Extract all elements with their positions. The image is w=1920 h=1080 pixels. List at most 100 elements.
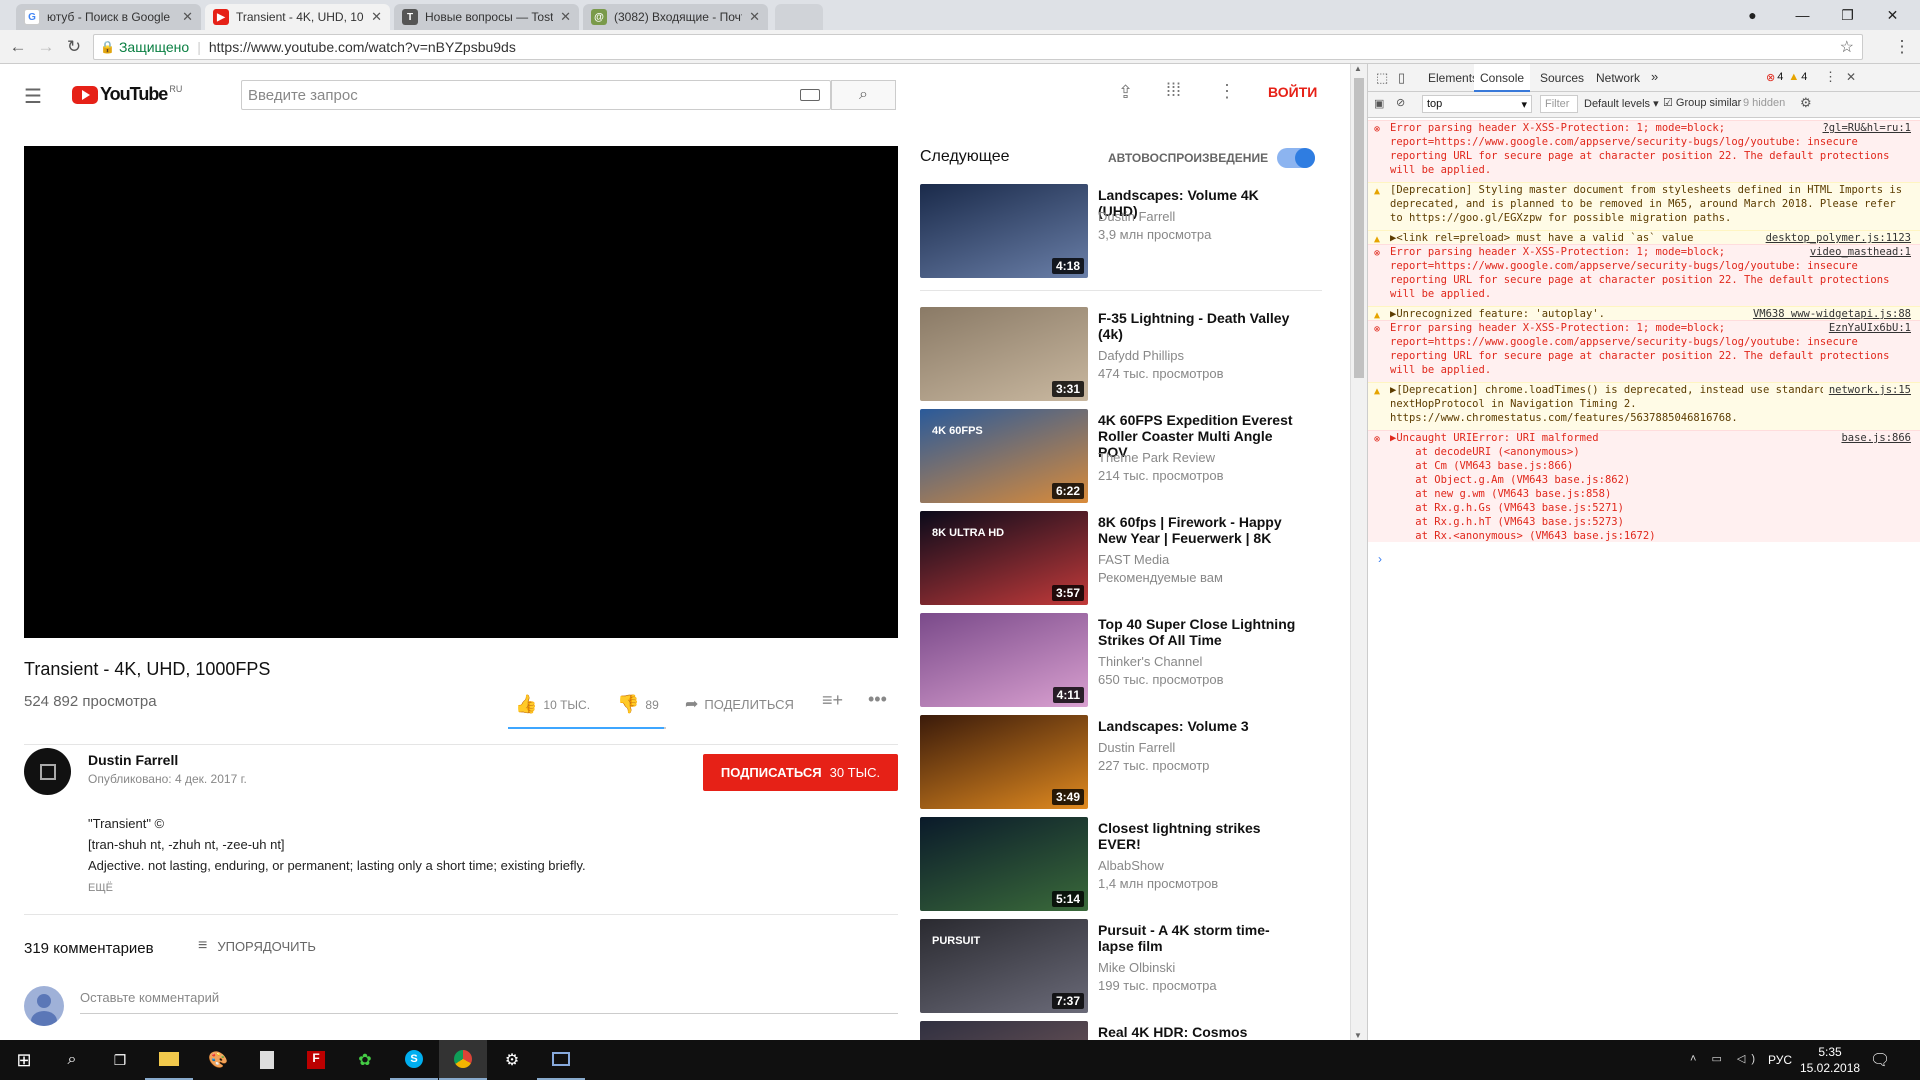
issue-counts[interactable]: ⊗ 4 ▲ 4	[1766, 71, 1807, 84]
devtools-tab-console[interactable]: Console	[1474, 64, 1531, 92]
close-icon[interactable]: ✕	[749, 9, 760, 25]
console-warning[interactable]: ▲ ▶Unrecognized feature: 'autoplay'. VM638…	[1368, 306, 1920, 321]
new-tab-button[interactable]	[775, 4, 823, 30]
sort-button[interactable]: ≡ УПОРЯДОЧИТЬ	[198, 937, 316, 955]
related-channel[interactable]: Theme Park Review	[1098, 450, 1215, 465]
paint-icon[interactable]: 🎨	[194, 1040, 242, 1080]
dislike-button[interactable]: 👎 89	[617, 694, 659, 715]
menu-icon[interactable]: ⋮	[1890, 36, 1914, 58]
windows-start-icon[interactable]: ⊞	[0, 1040, 48, 1080]
sidebar-toggle-icon[interactable]: ▣	[1374, 97, 1384, 110]
icq-icon[interactable]: ✿	[341, 1040, 389, 1080]
related-thumbnail[interactable]: 4K 60FPS 6:22	[920, 409, 1088, 503]
related-title[interactable]: 8K 60fps | Firework - Happy New Year | F…	[1098, 514, 1298, 546]
related-channel[interactable]: Dustin Farrell	[1098, 740, 1175, 755]
related-thumbnail[interactable]: 4:18	[920, 184, 1088, 278]
show-more-button[interactable]: ЕЩЁ	[88, 882, 113, 894]
console-settings-icon[interactable]: ⚙	[1800, 95, 1812, 111]
channel-avatar[interactable]	[24, 748, 71, 795]
related-title[interactable]: Landscapes: Volume 3	[1098, 718, 1298, 734]
device-toolbar-icon[interactable]: ▯	[1398, 70, 1405, 86]
console-prompt[interactable]: ›	[1378, 552, 1382, 566]
upload-icon[interactable]: ⇪	[1118, 82, 1133, 103]
related-thumbnail[interactable]	[920, 1021, 1088, 1040]
browser-tab[interactable]: @ (3082) Входящие - Почт ✕	[583, 4, 768, 30]
subscribe-button[interactable]: ПОДПИСАТЬСЯ 30 ТЫС.	[703, 754, 898, 791]
file-explorer-icon[interactable]	[145, 1040, 193, 1080]
autoplay-toggle[interactable]	[1277, 148, 1315, 168]
search-icon[interactable]: ⌕	[48, 1040, 96, 1080]
comment-input[interactable]: Оставьте комментарий	[80, 990, 898, 1014]
chrome-icon[interactable]	[439, 1040, 487, 1080]
related-thumbnail[interactable]: PURSUIT 7:37	[920, 919, 1088, 1013]
console-source-link[interactable]: base.js:866	[1835, 431, 1911, 445]
search-input[interactable]: Введите запрос	[241, 80, 831, 110]
related-thumbnail[interactable]: 4:11	[920, 613, 1088, 707]
related-channel[interactable]: AlbabShow	[1098, 858, 1164, 873]
related-title[interactable]: Closest lightning strikes EVER!	[1098, 820, 1298, 852]
share-button[interactable]: ➦ ПОДЕЛИТЬСЯ	[685, 694, 794, 714]
browser-tab[interactable]: G ютуб - Поиск в Google ✕	[16, 4, 201, 30]
url-text[interactable]: https://www.youtube.com/watch?v=nBYZpsbu…	[209, 39, 516, 55]
group-similar-checkbox[interactable]: ☑ Group similar	[1663, 96, 1741, 109]
user-profile-icon[interactable]: ●	[1730, 0, 1775, 30]
related-channel[interactable]: Mike Olbinski	[1098, 960, 1175, 975]
related-thumbnail[interactable]: 8K ULTRA HD 3:57	[920, 511, 1088, 605]
signin-button[interactable]: ВОЙТИ	[1268, 84, 1317, 100]
apps-grid-icon[interactable]: ⁞⁞⁞	[1166, 80, 1181, 101]
settings-icon[interactable]: ⚙	[488, 1040, 536, 1080]
console-source-link[interactable]: EznYaUIx6bU:1	[1822, 321, 1911, 335]
scroll-up-icon[interactable]: ▲	[1354, 64, 1362, 73]
video-player[interactable]	[24, 146, 898, 638]
inspect-element-icon[interactable]: ⬚	[1376, 70, 1388, 86]
forward-button[interactable]: →	[34, 36, 58, 58]
related-channel[interactable]: Thinker's Channel	[1098, 654, 1202, 669]
language-indicator[interactable]: РУС	[1768, 1053, 1792, 1067]
filezilla-icon[interactable]: F	[292, 1040, 340, 1080]
close-icon[interactable]: ✕	[371, 9, 382, 25]
add-to-playlist-icon[interactable]: ≡+	[822, 690, 843, 711]
star-icon[interactable]: ☆	[1840, 37, 1854, 57]
task-view-icon[interactable]: ❐	[96, 1040, 144, 1080]
hamburger-menu-icon[interactable]: ☰	[24, 84, 42, 109]
console-source-link[interactable]: network.js:15	[1822, 383, 1911, 397]
minimize-button[interactable]: —	[1780, 0, 1825, 30]
related-title[interactable]: Real 4K HDR: Cosmos	[1098, 1024, 1298, 1040]
window-close-button[interactable]: ✕	[1870, 0, 1915, 30]
like-button[interactable]: 👍 10 ТЫС.	[515, 694, 590, 715]
console-warning[interactable]: ▲ [Deprecation] Styling master document f…	[1368, 182, 1920, 230]
more-tabs-icon[interactable]: »	[1651, 69, 1658, 84]
channel-name[interactable]: Dustin Farrell	[88, 752, 178, 768]
skype-icon[interactable]: S	[390, 1040, 438, 1080]
devtools-tab-elements[interactable]: Elements	[1428, 71, 1478, 85]
reload-button[interactable]: ↻	[62, 36, 86, 58]
console-error[interactable]: ⊗ Error parsing header X-XSS-Protection: …	[1368, 120, 1920, 182]
tray-icons[interactable]: ˄ ▭ ◁)	[1690, 1052, 1761, 1065]
youtube-logo[interactable]: YouTube RU	[72, 84, 182, 105]
close-icon[interactable]: ✕	[560, 9, 571, 25]
clear-console-icon[interactable]: ⊘	[1396, 96, 1405, 109]
calculator-icon[interactable]	[243, 1040, 291, 1080]
devtools-close-icon[interactable]: ✕	[1846, 70, 1856, 84]
related-thumbnail[interactable]: 3:49	[920, 715, 1088, 809]
context-select[interactable]: top ▾	[1422, 95, 1532, 113]
restore-button[interactable]: ❐	[1825, 0, 1870, 30]
related-title[interactable]: Pursuit - A 4K storm time-lapse film	[1098, 922, 1298, 954]
notifications-icon[interactable]: 🗨	[1870, 1050, 1890, 1070]
page-scrollbar[interactable]: ▲ ▼	[1350, 64, 1367, 1040]
console-source-link[interactable]: video_masthead:1	[1803, 245, 1911, 259]
browser-tab[interactable]: T Новые вопросы — Tost ✕	[394, 4, 579, 30]
console-error[interactable]: ⊗ Error parsing header X-XSS-Protection: …	[1368, 320, 1920, 382]
devtools-menu-icon[interactable]: ⋮	[1824, 69, 1837, 85]
scrollbar-thumb[interactable]	[1354, 78, 1364, 378]
search-button[interactable]: ⌕	[831, 80, 896, 110]
remote-desktop-icon[interactable]	[537, 1040, 585, 1080]
related-title[interactable]: Top 40 Super Close Lightning Strikes Of …	[1098, 616, 1298, 648]
devtools-tab-sources[interactable]: Sources	[1540, 71, 1584, 85]
devtools-tab-network[interactable]: Network	[1596, 71, 1640, 85]
console-source-link[interactable]: ?gl=RU&hl=ru:1	[1816, 121, 1911, 135]
related-channel[interactable]: Dustin Farrell	[1098, 209, 1175, 224]
console-warning[interactable]: ▲ ▶<link rel=preload> must have a valid `…	[1368, 230, 1920, 245]
scroll-down-icon[interactable]: ▼	[1354, 1031, 1362, 1040]
related-thumbnail[interactable]: 5:14	[920, 817, 1088, 911]
